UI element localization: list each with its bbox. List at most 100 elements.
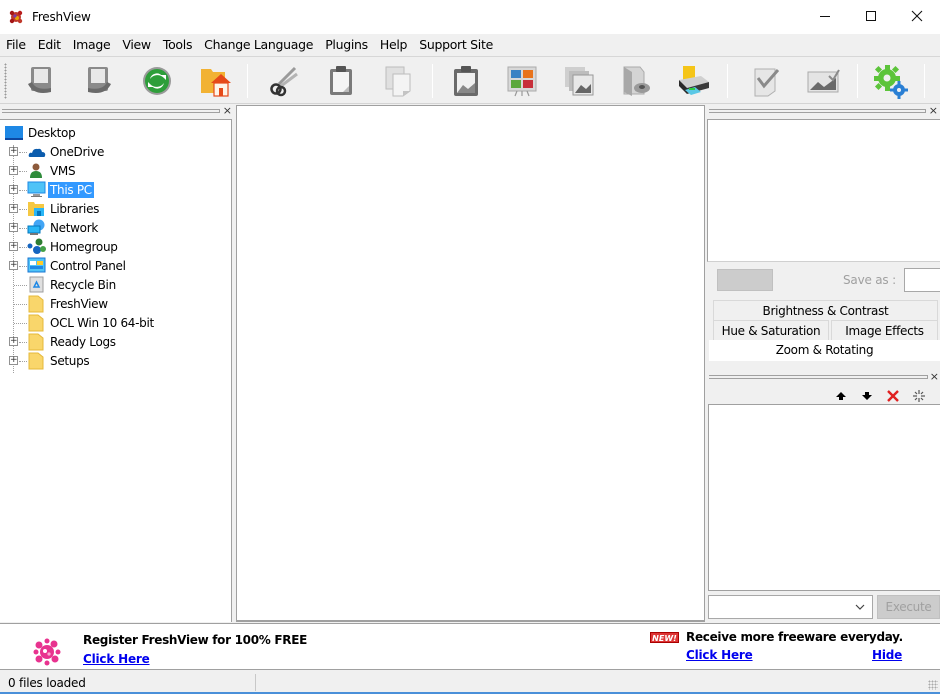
expand-icon[interactable]: + xyxy=(9,147,18,156)
save-as-label: Save as : xyxy=(843,273,896,287)
tree-item-label: VMS xyxy=(50,164,76,178)
title-bar: FreshView xyxy=(0,0,940,34)
slideshow-icon xyxy=(507,66,537,97)
close-button[interactable] xyxy=(894,0,940,32)
move-down-button[interactable] xyxy=(854,388,880,404)
tab-brightness-contrast[interactable]: Brightness & Contrast xyxy=(713,300,938,321)
pane-grip[interactable] xyxy=(2,109,220,113)
control-panel-icon xyxy=(27,257,46,273)
tree-item-label: Network xyxy=(50,221,99,235)
maximize-icon xyxy=(866,11,876,21)
menu-edit[interactable]: Edit xyxy=(32,34,67,57)
recycle-bin-icon xyxy=(29,276,45,293)
thumbnail-view[interactable] xyxy=(236,105,705,622)
folder-tree: Desktop + OneDrive + VMS + This PC + Lib… xyxy=(0,119,232,622)
folder-tree-pane-header[interactable]: × xyxy=(0,104,234,119)
menu-change-language[interactable]: Change Language xyxy=(198,34,319,57)
close-pane-icon[interactable]: × xyxy=(223,104,232,118)
save-button[interactable] xyxy=(617,63,657,99)
tab-zoom-rotating[interactable]: Zoom & Rotating xyxy=(709,340,940,361)
expand-icon[interactable]: + xyxy=(9,261,18,270)
window-title: FreshView xyxy=(32,10,91,24)
image-check-icon xyxy=(807,69,840,93)
save-as-input[interactable] xyxy=(904,268,940,292)
select-button[interactable] xyxy=(745,63,785,99)
menu-file[interactable]: File xyxy=(0,34,32,57)
network-icon xyxy=(27,219,45,235)
promo-bar: Register FreshView for 100% FREE Click H… xyxy=(0,623,940,670)
status-separator xyxy=(255,674,256,691)
tree-item-label: OCL Win 10 64-bit xyxy=(50,316,154,330)
editing-pane: × Save as : Brightness & Contrast Hue & … xyxy=(707,104,940,622)
toolbar-grip[interactable] xyxy=(4,63,7,99)
menu-image[interactable]: Image xyxy=(67,34,117,57)
paste-icon xyxy=(330,66,352,95)
menu-tools[interactable]: Tools xyxy=(157,34,198,57)
tab-image-effects[interactable]: Image Effects xyxy=(831,320,938,341)
clipboard-image-button[interactable] xyxy=(446,63,486,99)
apply-button[interactable] xyxy=(717,269,773,291)
menu-help[interactable]: Help xyxy=(374,34,413,57)
expand-icon[interactable]: + xyxy=(9,204,18,213)
desktop-icon xyxy=(5,125,23,141)
move-down-icon xyxy=(862,392,872,400)
rotate-left-button[interactable] xyxy=(21,63,61,99)
menu-plugins[interactable]: Plugins xyxy=(319,34,374,57)
gallery-icon xyxy=(565,67,594,96)
new-badge: NEW! xyxy=(650,632,679,643)
expand-icon[interactable]: + xyxy=(9,223,18,232)
minimize-button[interactable] xyxy=(802,0,848,32)
expand-icon[interactable]: + xyxy=(9,185,18,194)
close-pane-icon[interactable]: × xyxy=(929,104,938,118)
tab-hue-saturation[interactable]: Hue & Saturation xyxy=(713,320,829,341)
editing-pane-header[interactable]: × xyxy=(707,104,940,119)
expand-icon[interactable]: + xyxy=(9,356,18,365)
expand-icon[interactable]: + xyxy=(9,166,18,175)
print-button[interactable] xyxy=(673,63,713,99)
expand-icon[interactable]: + xyxy=(9,337,18,346)
move-up-button[interactable] xyxy=(828,388,854,404)
toolbar-separator xyxy=(247,64,248,98)
folder-icon xyxy=(28,352,44,370)
delete-button[interactable] xyxy=(880,388,906,404)
pane-grip[interactable] xyxy=(709,375,928,379)
register-click-here-link[interactable]: Click Here xyxy=(83,652,150,666)
maximize-button[interactable] xyxy=(848,0,894,32)
freshview-logo-icon xyxy=(8,9,24,25)
operation-select[interactable] xyxy=(708,595,873,619)
menu-bar: File Edit Image View Tools Change Langua… xyxy=(0,34,940,57)
minimize-icon xyxy=(820,16,830,17)
files-loaded-status: 0 files loaded xyxy=(8,676,86,690)
hide-promo-link[interactable]: Hide xyxy=(872,648,902,662)
expand-icon[interactable]: + xyxy=(9,242,18,251)
settings-gears-icon xyxy=(874,65,908,99)
refresh-button[interactable] xyxy=(137,63,177,99)
clear-icon xyxy=(913,390,925,402)
slideshow-button[interactable] xyxy=(502,63,542,99)
paste-button[interactable] xyxy=(321,63,361,99)
resize-grip[interactable] xyxy=(928,680,938,690)
settings-button[interactable] xyxy=(870,63,910,99)
toolbar-separator xyxy=(924,64,925,98)
batch-operations-list[interactable] xyxy=(708,404,940,591)
rotate-right-button[interactable] xyxy=(78,63,118,99)
copy-button[interactable] xyxy=(378,63,418,99)
toolbar-separator xyxy=(432,64,433,98)
close-pane-icon[interactable]: × xyxy=(930,370,939,384)
gallery-button[interactable] xyxy=(559,63,599,99)
menu-support-site[interactable]: Support Site xyxy=(413,34,499,57)
execute-button[interactable]: Execute xyxy=(877,595,940,619)
freeware-click-here-link[interactable]: Click Here xyxy=(686,648,753,662)
toolbar xyxy=(0,57,940,104)
cut-button[interactable] xyxy=(264,63,304,99)
close-icon xyxy=(911,10,923,22)
image-select-button[interactable] xyxy=(803,63,843,99)
homegroup-icon xyxy=(26,238,46,254)
batch-pane-header[interactable]: × xyxy=(707,370,940,385)
home-button[interactable] xyxy=(195,63,235,99)
menu-view[interactable]: View xyxy=(116,34,156,57)
user-icon xyxy=(28,162,44,178)
folder-icon xyxy=(28,314,44,332)
clear-button[interactable] xyxy=(906,388,932,404)
pane-grip[interactable] xyxy=(709,109,926,113)
